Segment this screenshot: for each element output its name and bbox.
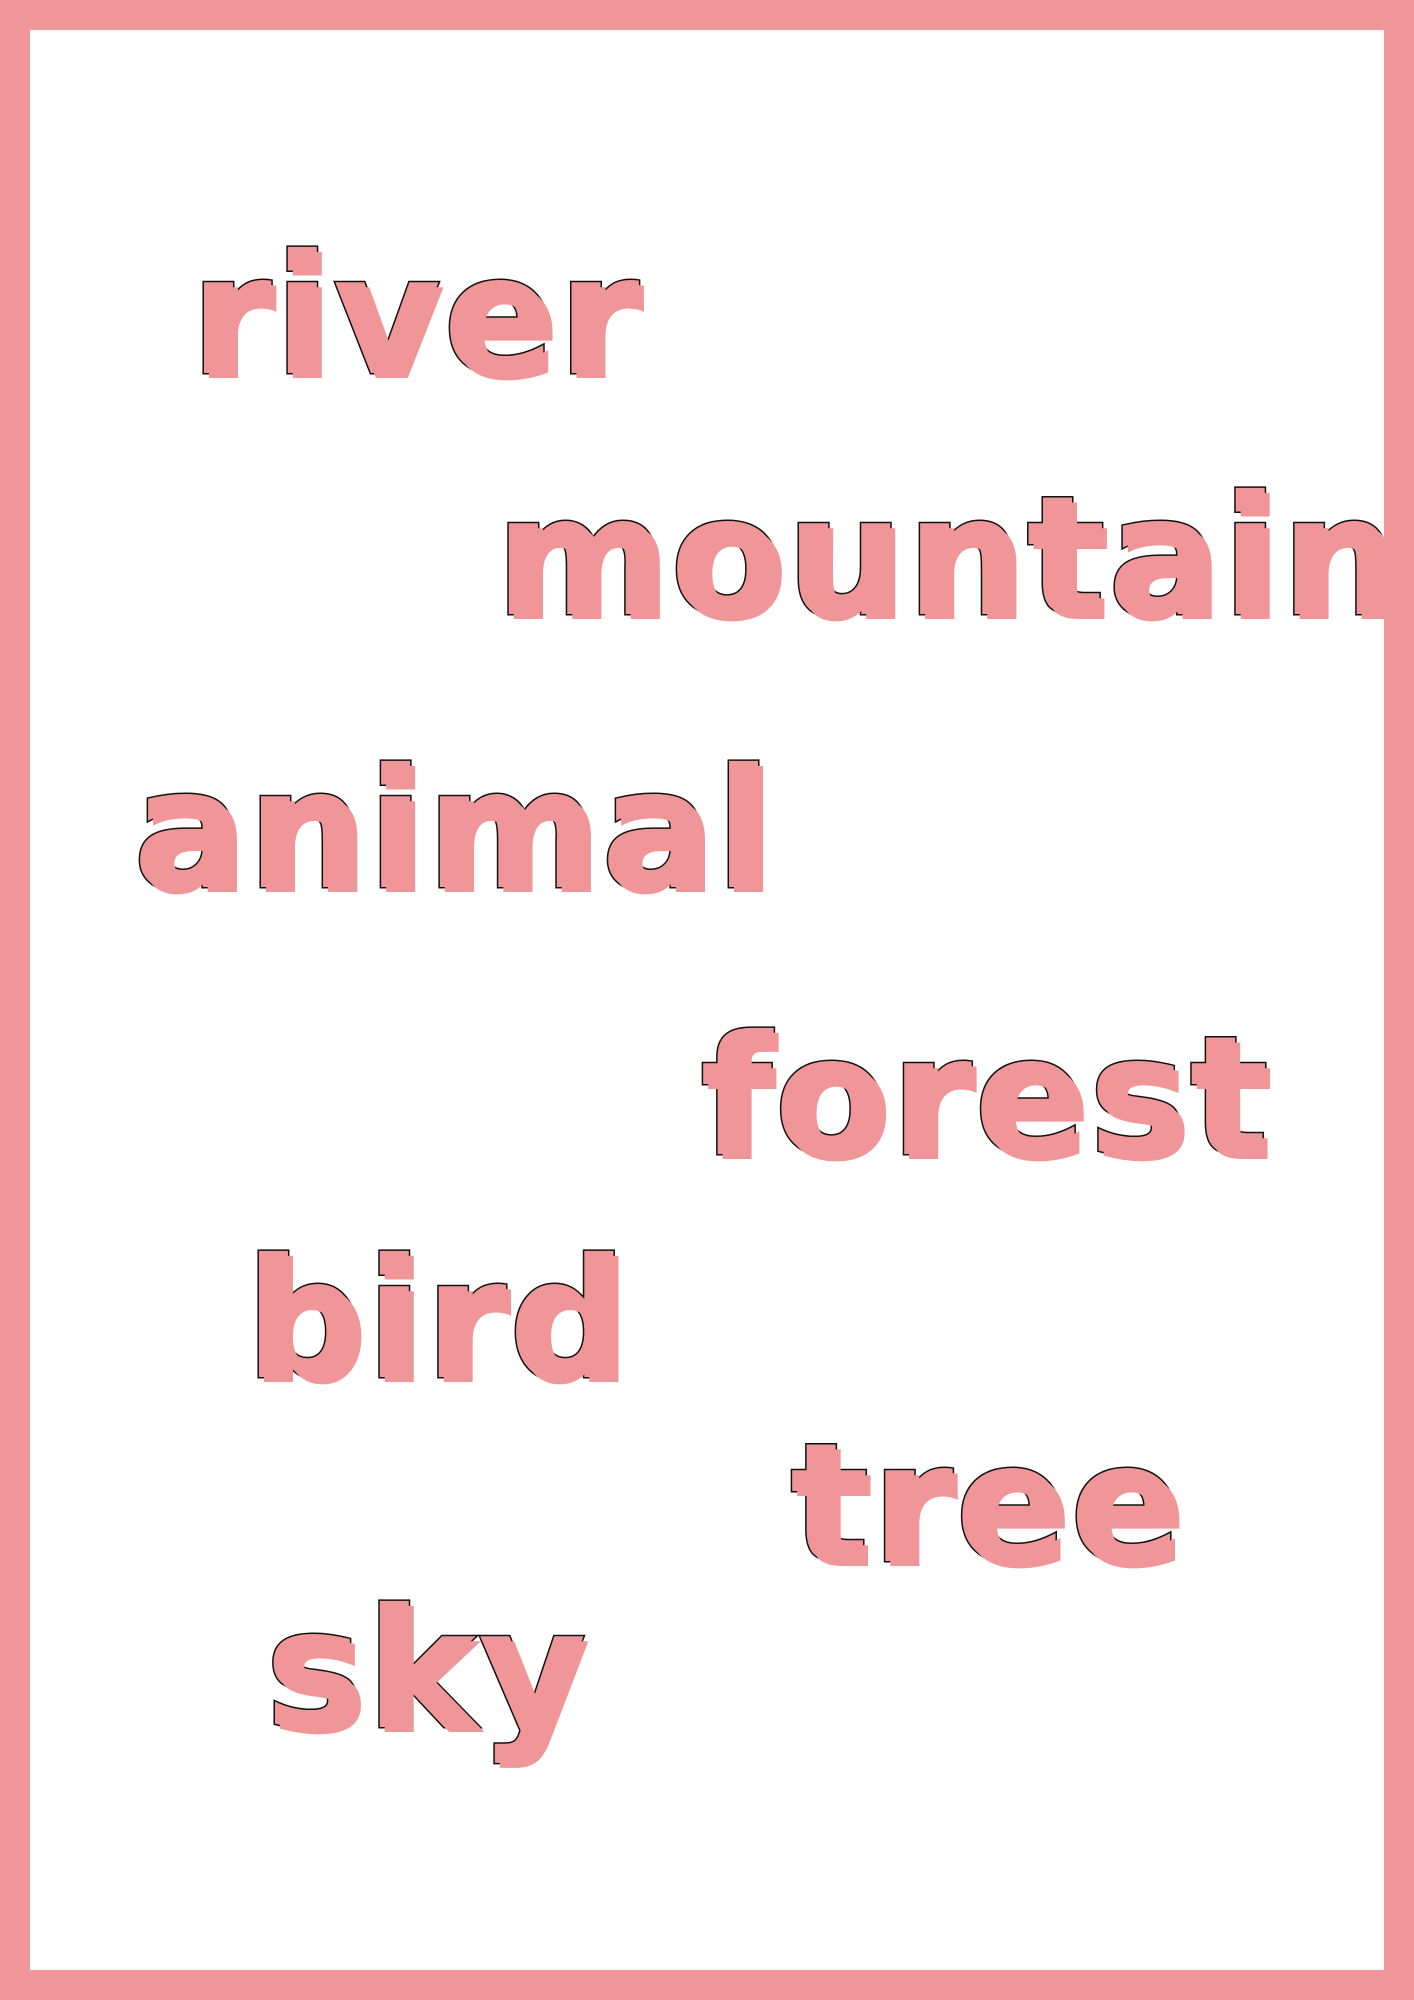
word-tree: tree [788, 1408, 1185, 1601]
word-animal: animal [132, 734, 774, 927]
word-forest: forest [699, 1001, 1271, 1194]
word-mountain: mountain [494, 461, 1401, 654]
word-sky: sky [263, 1574, 589, 1767]
word-card: river mountain animal forest bird tree s… [0, 0, 1414, 2000]
word-bird: bird [243, 1224, 630, 1417]
word-river: river [188, 220, 642, 413]
